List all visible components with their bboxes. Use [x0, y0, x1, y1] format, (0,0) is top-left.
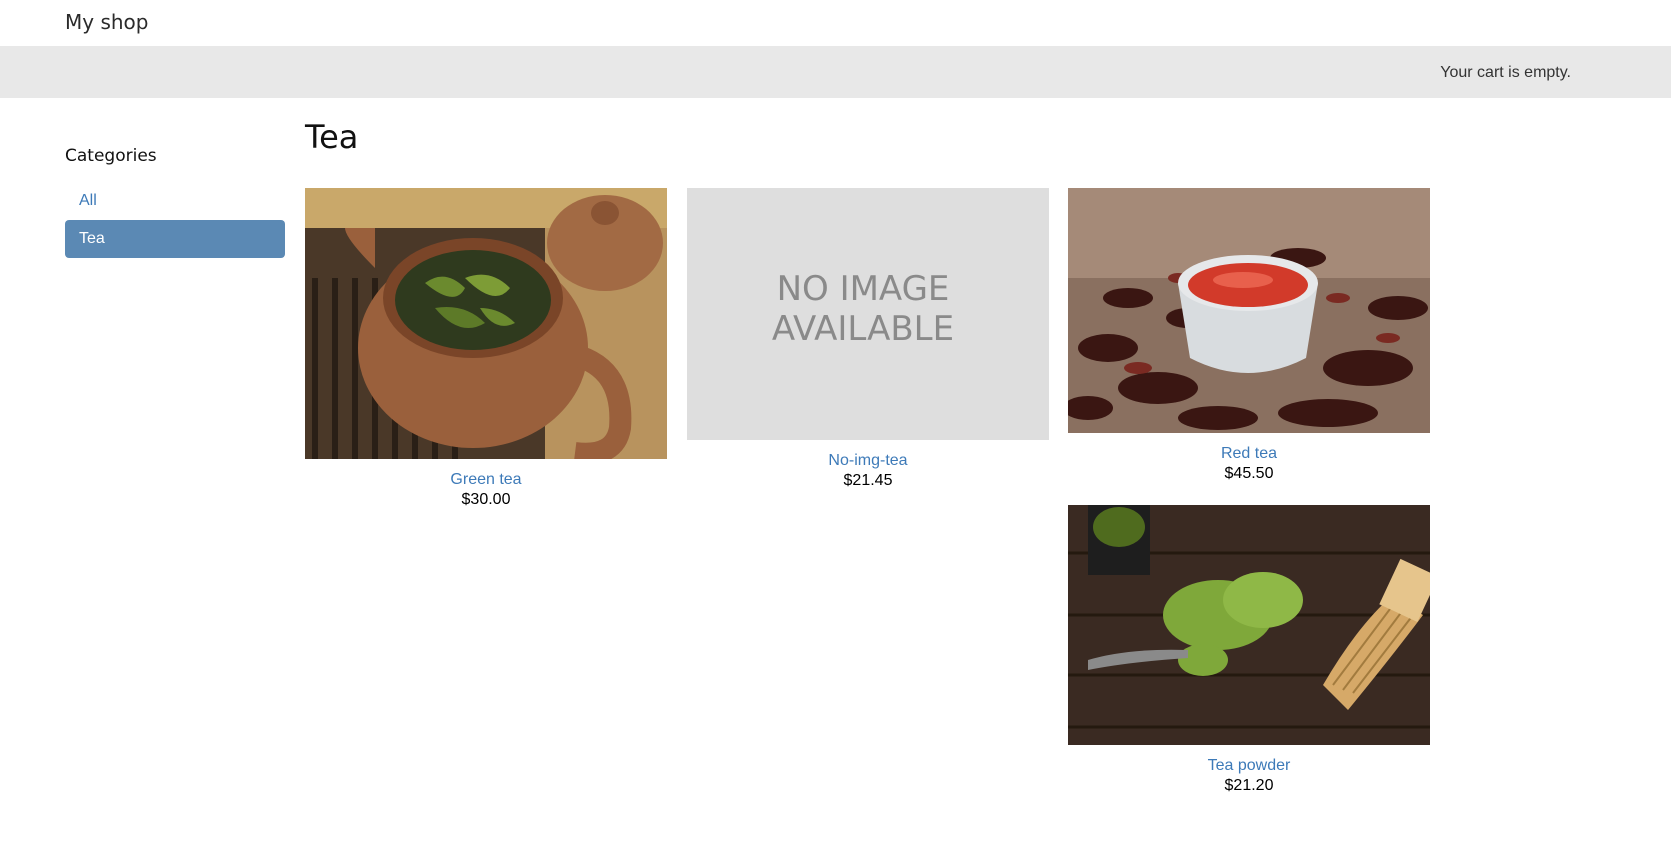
- product-price: $21.45: [843, 472, 893, 489]
- no-image-line2: AVAILABLE: [772, 309, 954, 349]
- product-image-green-tea[interactable]: [305, 188, 667, 459]
- product-card: NO IMAGE AVAILABLE No-img-tea $21.45: [687, 188, 1049, 490]
- product-card: Green tea $30.00: [305, 188, 667, 509]
- product-name-link[interactable]: Red tea: [1068, 445, 1430, 463]
- product-name-link[interactable]: Tea powder: [1068, 757, 1430, 775]
- top-navbar: My shop: [0, 0, 1671, 46]
- category-item-tea[interactable]: Tea: [65, 220, 285, 258]
- shop-brand-link[interactable]: My shop: [65, 10, 148, 34]
- product-name-link[interactable]: No-img-tea: [687, 452, 1049, 470]
- no-image-line1: NO IMAGE: [777, 269, 950, 309]
- product-name-link[interactable]: Green tea: [305, 471, 667, 489]
- product-price: $30.00: [461, 491, 511, 508]
- category-item-all[interactable]: All: [65, 182, 285, 220]
- cart-bar: Your cart is empty.: [0, 46, 1671, 98]
- cart-status: Your cart is empty.: [1440, 64, 1571, 81]
- product-price: $45.50: [1224, 465, 1274, 482]
- product-card: Red tea $45.50: [1068, 188, 1430, 483]
- product-image-red-tea[interactable]: [1068, 188, 1430, 433]
- product-image-tea-powder[interactable]: [1068, 505, 1430, 745]
- categories-title: Categories: [65, 146, 157, 166]
- product-image-no-image[interactable]: NO IMAGE AVAILABLE: [687, 188, 1049, 440]
- product-card: Tea powder $21.20: [1068, 505, 1430, 795]
- page-title: Tea: [305, 118, 359, 156]
- categories-sidebar: Categories All Tea: [65, 146, 285, 258]
- product-price: $21.20: [1224, 777, 1274, 794]
